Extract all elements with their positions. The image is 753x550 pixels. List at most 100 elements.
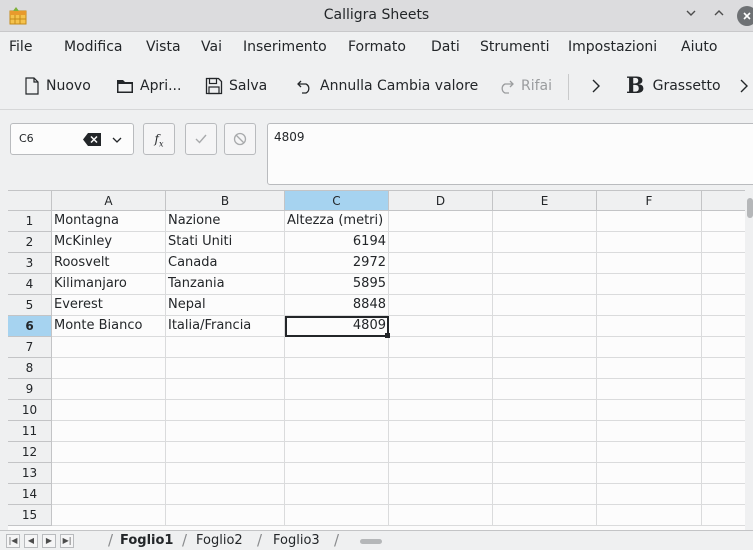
cell-a6[interactable]: Monte Bianco [52,316,166,337]
cell-c7[interactable] [285,337,389,358]
cell-reference-box[interactable]: C6 [10,123,134,155]
undo-button[interactable]: Annulla Cambia valore [296,72,478,100]
new-button[interactable]: Nuovo [24,72,91,100]
row-header-5[interactable]: 5 [8,295,52,316]
column-header-f[interactable]: F [597,191,702,211]
cell-b3[interactable]: Canada [166,253,285,274]
maximize-icon[interactable] [709,6,729,26]
cell-a13[interactable] [52,463,166,484]
row-header-2[interactable]: 2 [8,232,52,253]
horizontal-scrollbar-thumb[interactable] [360,539,382,544]
cell-f13[interactable] [597,463,702,484]
cell-c12[interactable] [285,442,389,463]
cell-e2[interactable] [493,232,597,253]
row-header-9[interactable]: 9 [8,379,52,400]
cell-a2[interactable]: McKinley [52,232,166,253]
toolbar-more-left-button[interactable] [590,72,608,100]
cell-b6[interactable]: Italia/Francia [166,316,285,337]
cell-d9[interactable] [389,379,493,400]
cell-b12[interactable] [166,442,285,463]
cell-c13[interactable] [285,463,389,484]
column-header-d[interactable]: D [389,191,493,211]
tab-foglio1[interactable]: Foglio1 [120,533,173,548]
backspace-icon[interactable] [83,133,101,146]
cell-f2[interactable] [597,232,702,253]
cell-g14[interactable] [702,484,745,505]
cell-c10[interactable] [285,400,389,421]
cell-d11[interactable] [389,421,493,442]
cell-a11[interactable] [52,421,166,442]
next-sheet-button[interactable]: ▶ [42,534,56,548]
cell-b1[interactable]: Nazione [166,211,285,232]
chevron-down-icon[interactable] [111,135,123,145]
cell-c6[interactable]: 4809 [285,316,389,337]
cell-a5[interactable]: Everest [52,295,166,316]
previous-sheet-button[interactable]: ◀ [24,534,38,548]
row-header-3[interactable]: 3 [8,253,52,274]
first-sheet-button[interactable]: |◀ [6,534,20,548]
column-header-g[interactable] [702,191,745,211]
cell-b13[interactable] [166,463,285,484]
toolbar-overflow-button[interactable] [738,72,753,100]
row-header-15[interactable]: 15 [8,505,52,526]
cell-e8[interactable] [493,358,597,379]
cell-g4[interactable] [702,274,745,295]
cell-b4[interactable]: Tanzania [166,274,285,295]
select-all-corner[interactable] [8,191,52,211]
cell-a7[interactable] [52,337,166,358]
cell-a9[interactable] [52,379,166,400]
cell-d12[interactable] [389,442,493,463]
cell-e9[interactable] [493,379,597,400]
row-header-12[interactable]: 12 [8,442,52,463]
cell-c4[interactable]: 5895 [285,274,389,295]
cell-g11[interactable] [702,421,745,442]
cell-a12[interactable] [52,442,166,463]
last-sheet-button[interactable]: ▶| [60,534,74,548]
redo-button[interactable]: Rifai [497,72,552,100]
cell-g2[interactable] [702,232,745,253]
row-header-7[interactable]: 7 [8,337,52,358]
cell-f1[interactable] [597,211,702,232]
cell-d5[interactable] [389,295,493,316]
cell-g3[interactable] [702,253,745,274]
cell-g8[interactable] [702,358,745,379]
cell-c15[interactable] [285,505,389,526]
cell-e5[interactable] [493,295,597,316]
cell-d15[interactable] [389,505,493,526]
cell-g7[interactable] [702,337,745,358]
column-header-a[interactable]: A [52,191,166,211]
cell-e7[interactable] [493,337,597,358]
cell-f4[interactable] [597,274,702,295]
cell-g1[interactable] [702,211,745,232]
cancel-edit-button[interactable] [224,123,256,155]
vertical-scrollbar-thumb[interactable] [747,198,753,218]
cell-g10[interactable] [702,400,745,421]
cell-c11[interactable] [285,421,389,442]
row-header-6[interactable]: 6 [8,316,52,337]
cell-g12[interactable] [702,442,745,463]
cell-a15[interactable] [52,505,166,526]
cell-d3[interactable] [389,253,493,274]
cell-d10[interactable] [389,400,493,421]
cell-e3[interactable] [493,253,597,274]
function-button[interactable]: fx [143,123,175,155]
cell-c5[interactable]: 8848 [285,295,389,316]
menu-formato[interactable]: Formato [348,39,406,55]
row-header-13[interactable]: 13 [8,463,52,484]
cell-g9[interactable] [702,379,745,400]
cell-c14[interactable] [285,484,389,505]
cell-d14[interactable] [389,484,493,505]
cell-e13[interactable] [493,463,597,484]
cell-e10[interactable] [493,400,597,421]
cell-a3[interactable]: Roosvelt [52,253,166,274]
cell-e4[interactable] [493,274,597,295]
cell-d1[interactable] [389,211,493,232]
row-header-11[interactable]: 11 [8,421,52,442]
cell-c1[interactable]: Altezza (metri) [285,211,389,232]
cell-e15[interactable] [493,505,597,526]
cell-b2[interactable]: Stati Uniti [166,232,285,253]
cell-d4[interactable] [389,274,493,295]
cell-b7[interactable] [166,337,285,358]
cell-g6[interactable] [702,316,745,337]
cell-f12[interactable] [597,442,702,463]
